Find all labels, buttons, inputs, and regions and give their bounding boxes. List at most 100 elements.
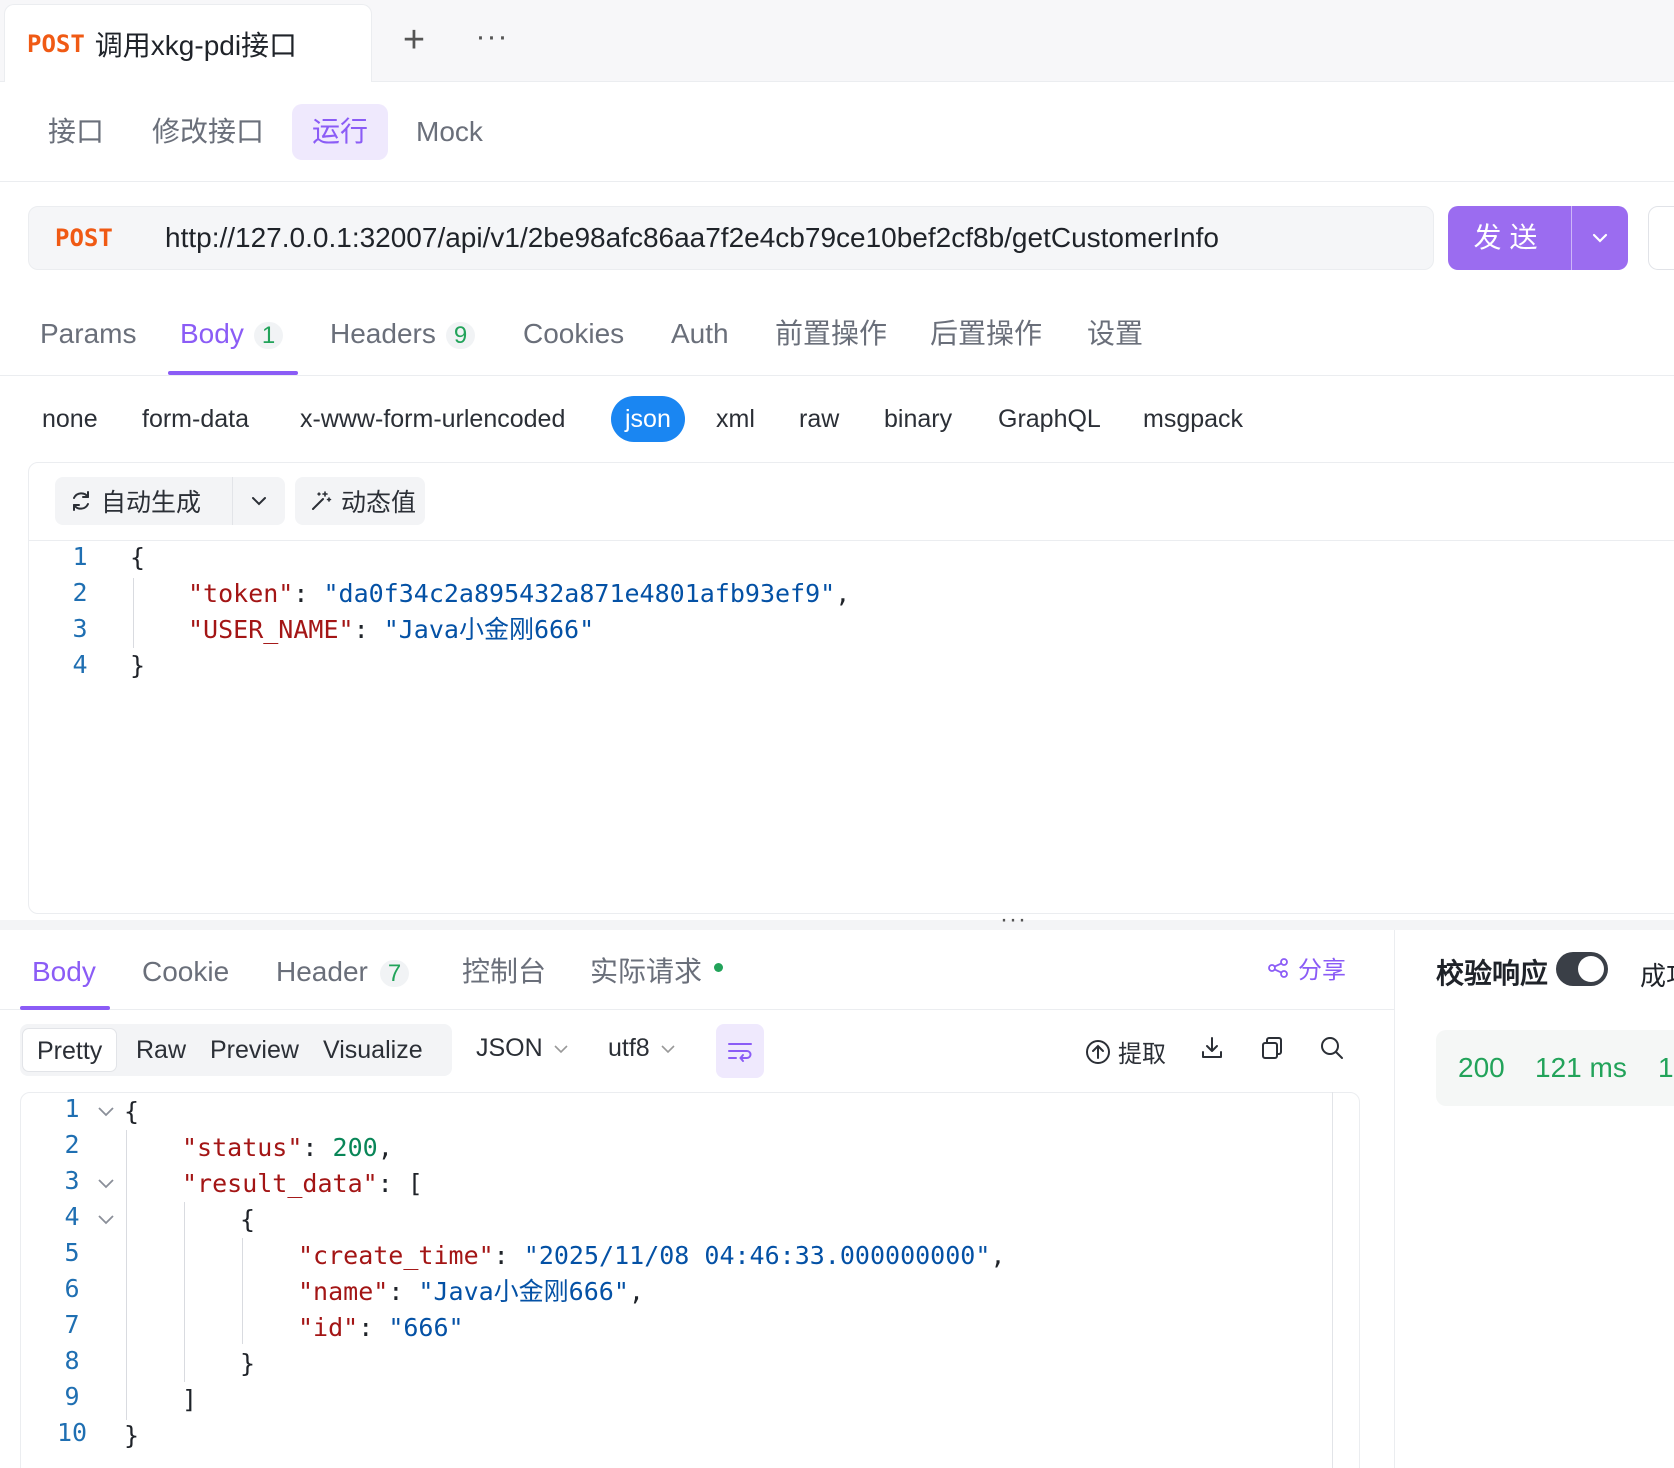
encoding-select-value: utf8 bbox=[608, 1034, 650, 1062]
extract-button[interactable]: 提取 bbox=[1084, 1034, 1166, 1069]
verify-response-toggle[interactable] bbox=[1556, 952, 1608, 986]
send-button[interactable]: 发送 bbox=[1448, 206, 1572, 270]
url-method-badge[interactable]: POST bbox=[55, 224, 165, 252]
fold-chevron-down-icon[interactable] bbox=[94, 1208, 118, 1232]
tab-params-label: Params bbox=[40, 318, 137, 349]
tab-post-operations[interactable]: 后置操作 bbox=[930, 314, 1042, 354]
format-preview[interactable]: Preview bbox=[196, 1028, 313, 1072]
body-type-xml[interactable]: xml bbox=[716, 396, 755, 442]
response-tabs: Body Cookie Header 7 控制台 实际请求 bbox=[0, 930, 1394, 1010]
share-button[interactable]: 分享 bbox=[1266, 950, 1346, 985]
resp-tab-body[interactable]: Body bbox=[32, 950, 96, 994]
resp-tab-cookie[interactable]: Cookie bbox=[142, 950, 229, 994]
tab-interface[interactable]: 接口 bbox=[28, 104, 124, 160]
json-key: "status" bbox=[182, 1133, 303, 1162]
tab-run[interactable]: 运行 bbox=[292, 104, 389, 160]
line-number: 3 bbox=[72, 614, 88, 643]
indent-guide bbox=[133, 578, 134, 648]
wrap-icon bbox=[728, 1043, 752, 1062]
resp-tab-header[interactable]: Header 7 bbox=[276, 950, 410, 994]
extract-label: 提取 bbox=[1118, 1041, 1166, 1068]
dynamic-value-label: 动态值 bbox=[341, 489, 417, 517]
send-options-chevron-down-icon[interactable] bbox=[1572, 206, 1628, 270]
tab-method-badge: POST bbox=[27, 29, 85, 58]
auto-generate-label: 自动生成 bbox=[101, 489, 202, 517]
code-line: "id": "666" bbox=[298, 1313, 464, 1342]
format-selector: Pretty Raw Preview Visualize bbox=[20, 1024, 452, 1076]
encoding-select[interactable]: utf8 bbox=[608, 1034, 676, 1063]
copy-icon[interactable] bbox=[1258, 1034, 1286, 1062]
resp-tab-console[interactable]: 控制台 bbox=[462, 950, 546, 994]
body-type-graphql[interactable]: GraphQL bbox=[998, 396, 1101, 442]
line-number: 2 bbox=[72, 578, 88, 607]
send-button-group: 发送 bbox=[1448, 206, 1628, 270]
code-line: } bbox=[124, 1421, 140, 1450]
panel-splitter[interactable]: ··· bbox=[0, 906, 1674, 933]
line-number: 2 bbox=[64, 1130, 80, 1159]
new-tab-plus-icon[interactable]: + bbox=[394, 18, 434, 62]
auto-generate-button[interactable]: 自动生成 bbox=[55, 477, 285, 525]
request-body-editor[interactable]: 自动生成 动态值 bbox=[28, 462, 1674, 914]
refresh-icon bbox=[73, 491, 89, 511]
code-line: } bbox=[240, 1349, 256, 1378]
more-dots-icon[interactable]: ··· bbox=[472, 18, 512, 62]
code-line: } bbox=[130, 648, 145, 684]
url-bar[interactable]: POST http://127.0.0.1:32007/api/v1/2be98… bbox=[28, 206, 1434, 270]
toggle-knob bbox=[1578, 956, 1604, 982]
code-line: { bbox=[130, 540, 145, 576]
tab-headers[interactable]: Headers 9 bbox=[330, 314, 476, 354]
format-visualize[interactable]: Visualize bbox=[309, 1028, 437, 1072]
code-line: { bbox=[124, 1097, 140, 1126]
tab-edit-interface[interactable]: 修改接口 bbox=[132, 104, 284, 160]
panel-divider bbox=[1394, 930, 1395, 1468]
request-tabs: Params Body 1 Headers 9 Cookies Auth 前置操作 … bbox=[0, 294, 1674, 376]
scrollbar-track[interactable] bbox=[1332, 1092, 1333, 1468]
tab-body[interactable]: Body 1 bbox=[180, 314, 284, 354]
line-number: 10 bbox=[56, 1418, 88, 1447]
tab-params[interactable]: Params bbox=[40, 314, 136, 354]
tab-settings[interactable]: 设置 bbox=[1087, 314, 1143, 354]
body-count-badge: 1 bbox=[253, 322, 284, 349]
resp-tab-actual-request[interactable]: 实际请求 bbox=[590, 950, 724, 994]
language-select[interactable]: JSON bbox=[476, 1034, 569, 1063]
request-tab[interactable]: POST 调用xkg-pdi接口 bbox=[4, 4, 372, 82]
tab-auth[interactable]: Auth bbox=[671, 314, 729, 354]
tab-bar: POST 调用xkg-pdi接口 + ··· bbox=[0, 0, 1674, 82]
url-input[interactable]: http://127.0.0.1:32007/api/v1/2be98afc86… bbox=[165, 222, 1219, 254]
body-type-form-data[interactable]: form-data bbox=[142, 396, 249, 442]
code-line: "create_time": "2025/11/08 04:46:33.0000… bbox=[298, 1241, 1006, 1270]
tab-headers-label: Headers bbox=[330, 318, 436, 349]
word-wrap-button[interactable] bbox=[716, 1024, 764, 1078]
search-icon[interactable] bbox=[1318, 1034, 1346, 1062]
tab-cookies[interactable]: Cookies bbox=[523, 314, 624, 354]
chevron-down-icon[interactable] bbox=[233, 495, 285, 507]
json-value: "Java小金刚666" bbox=[383, 615, 595, 644]
brace: } bbox=[130, 651, 146, 680]
download-icon[interactable] bbox=[1198, 1034, 1226, 1062]
body-type-none[interactable]: none bbox=[42, 396, 98, 442]
language-select-value: JSON bbox=[476, 1034, 543, 1062]
status-dot bbox=[714, 963, 724, 973]
body-type-binary[interactable]: binary bbox=[884, 396, 952, 442]
dynamic-value-button[interactable]: 动态值 bbox=[295, 477, 425, 525]
verify-response-label: 校验响应 bbox=[1436, 958, 1549, 989]
tab-mock[interactable]: Mock bbox=[396, 104, 503, 160]
body-type-json[interactable]: json bbox=[611, 396, 685, 442]
mode-tabs: 接口 修改接口 运行 Mock bbox=[0, 82, 1674, 182]
line-number: 7 bbox=[64, 1310, 80, 1339]
body-type-urlencoded[interactable]: x-www-form-urlencoded bbox=[300, 396, 565, 442]
side-button[interactable] bbox=[1648, 206, 1674, 270]
body-type-raw[interactable]: raw bbox=[799, 396, 839, 442]
auto-generate-main[interactable]: 自动生成 bbox=[55, 477, 233, 525]
line-number: 5 bbox=[64, 1238, 80, 1267]
fold-chevron-down-icon[interactable] bbox=[94, 1172, 118, 1196]
format-raw[interactable]: Raw bbox=[122, 1028, 200, 1072]
code-line: ] bbox=[182, 1385, 198, 1414]
format-pretty[interactable]: Pretty bbox=[22, 1028, 118, 1072]
response-time: 121 ms bbox=[1535, 1052, 1627, 1083]
tab-pre-operations[interactable]: 前置操作 bbox=[775, 314, 887, 354]
body-type-msgpack[interactable]: msgpack bbox=[1143, 396, 1243, 442]
fold-chevron-down-icon[interactable] bbox=[94, 1100, 118, 1124]
json-key: "name" bbox=[298, 1277, 389, 1306]
upload-circle-icon bbox=[1086, 1039, 1110, 1064]
